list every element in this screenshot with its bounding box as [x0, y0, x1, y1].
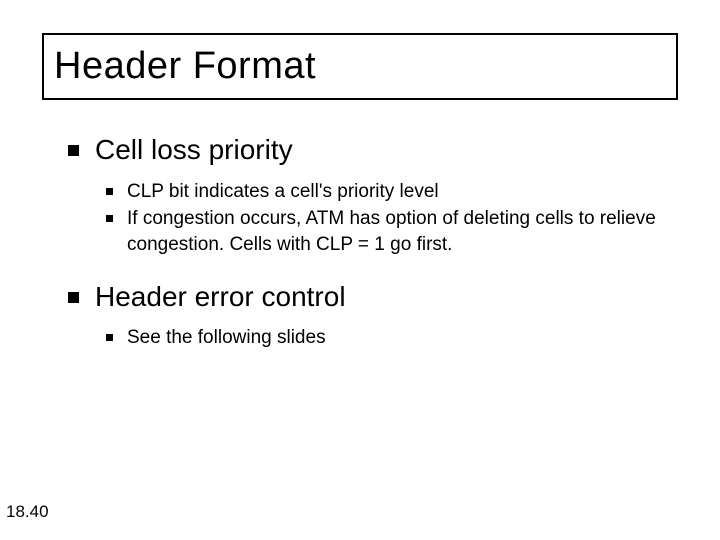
section-heading: Header error control [95, 280, 346, 314]
square-bullet-icon [106, 188, 113, 195]
list-item: Cell loss priority [68, 133, 678, 167]
slide-title: Header Format [54, 45, 316, 88]
list-item: If congestion occurs, ATM has option of … [106, 206, 678, 257]
page-number: 18.40 [6, 502, 49, 522]
sub-list: CLP bit indicates a cell's priority leve… [106, 179, 678, 258]
square-bullet-icon [68, 292, 79, 303]
slide-content: Cell loss priority CLP bit indicates a c… [68, 133, 678, 373]
list-item: See the following slides [106, 325, 678, 351]
square-bullet-icon [106, 334, 113, 341]
sub-item-text: If congestion occurs, ATM has option of … [127, 206, 678, 257]
slide-title-box: Header Format [42, 33, 678, 100]
square-bullet-icon [106, 215, 113, 222]
list-item: CLP bit indicates a cell's priority leve… [106, 179, 678, 205]
sub-item-text: See the following slides [127, 325, 326, 351]
list-item: Header error control [68, 280, 678, 314]
sub-list: See the following slides [106, 325, 678, 351]
sub-item-text: CLP bit indicates a cell's priority leve… [127, 179, 439, 205]
section-heading: Cell loss priority [95, 133, 293, 167]
square-bullet-icon [68, 145, 79, 156]
